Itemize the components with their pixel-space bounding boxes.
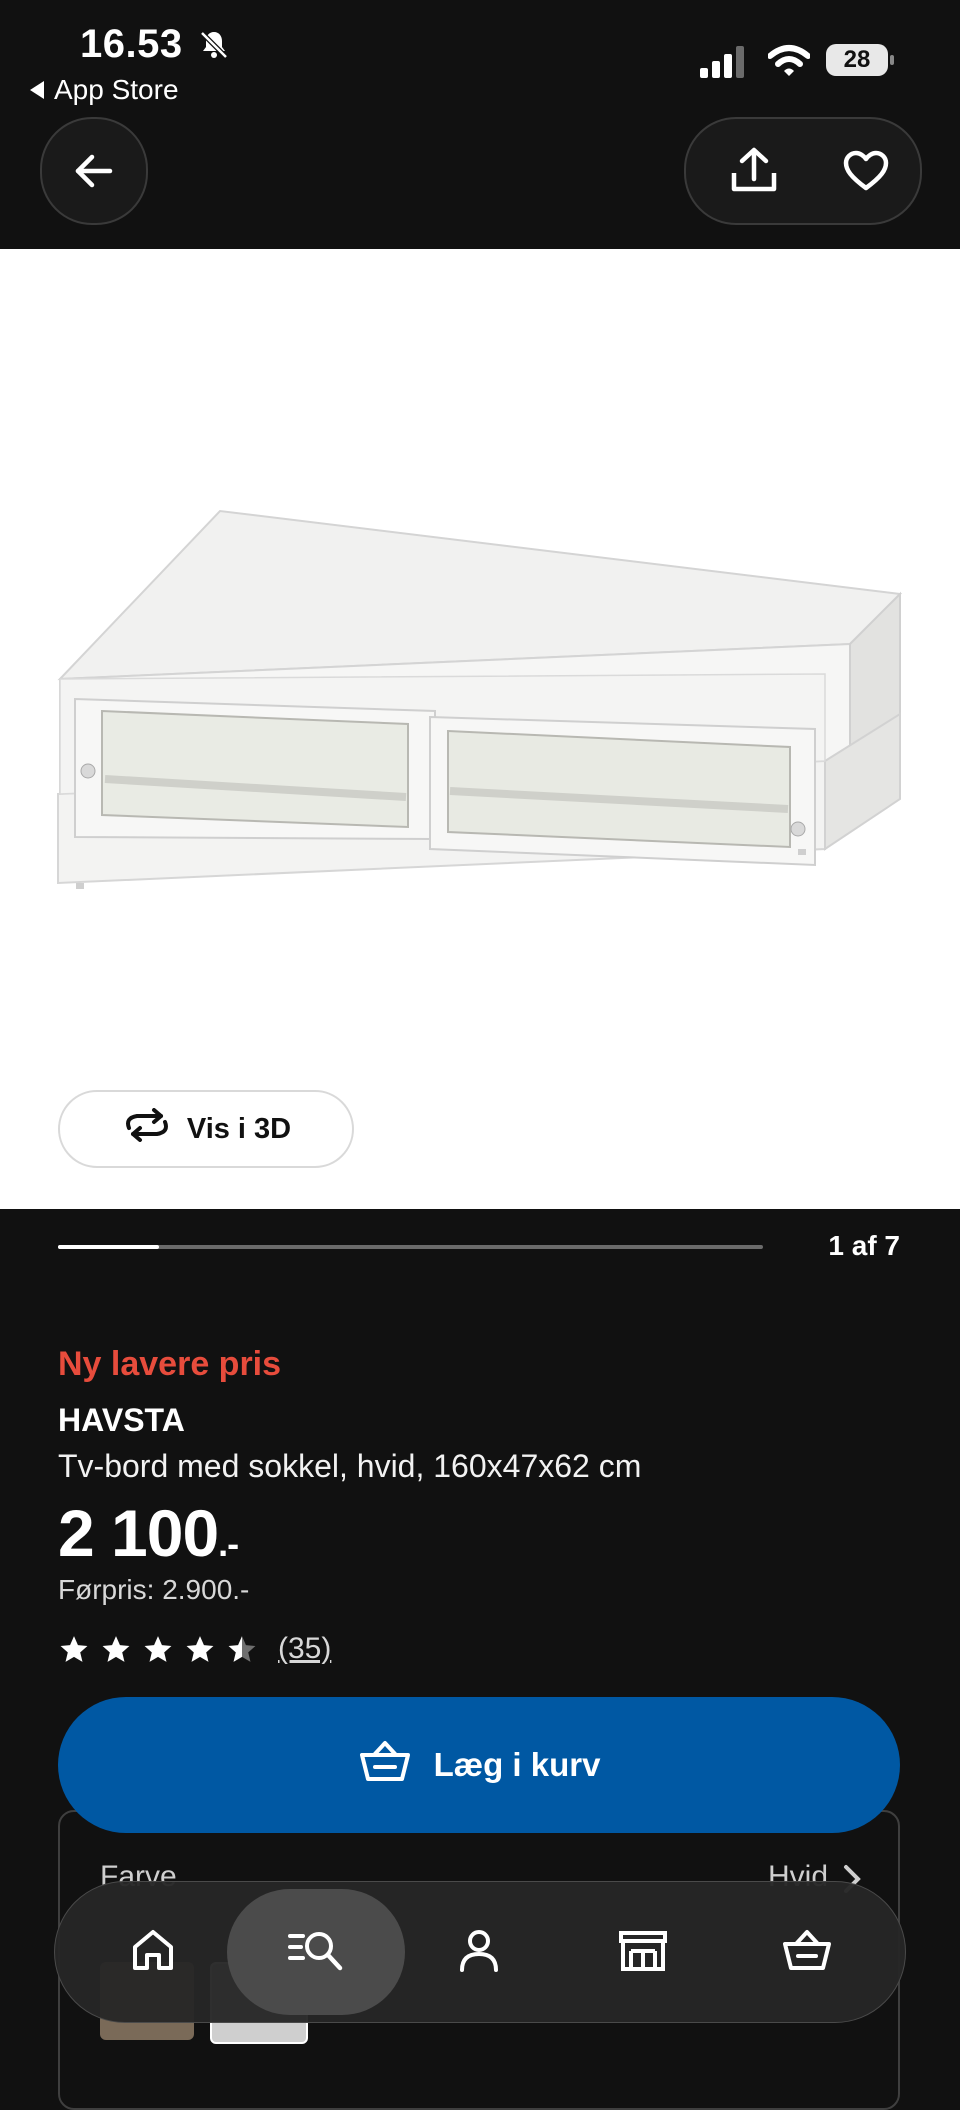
battery-level: 28 [826, 44, 888, 76]
profile-icon [456, 1927, 502, 1978]
tab-home[interactable] [105, 1904, 201, 2000]
price-value: 2 100 [58, 1496, 219, 1570]
rating-stars [58, 1634, 258, 1664]
rotate-icon [121, 1108, 173, 1150]
battery-nub [890, 55, 894, 65]
promo-label: Ny lavere pris [58, 1345, 282, 1383]
view-3d-button[interactable]: Vis i 3D [58, 1090, 354, 1168]
product-image-gallery[interactable]: Vis i 3D [0, 249, 960, 1209]
previous-price: Førpris: 2.900.- [58, 1574, 250, 1605]
cellular-signal-icon [700, 46, 748, 83]
tab-cart[interactable] [759, 1904, 855, 2000]
back-to-app-store[interactable]: App Store [30, 74, 179, 106]
product-description: Tv-bord med sokkel, hvid, 160x47x62 cm [58, 1448, 642, 1484]
add-to-cart-label: Læg i kurv [433, 1746, 601, 1783]
arrow-left-icon [42, 119, 146, 223]
bottom-tab-bar [54, 1881, 906, 2023]
gallery-progress-bar [58, 1245, 763, 1249]
wifi-icon [767, 44, 811, 83]
store-icon [617, 1927, 669, 1978]
battery-indicator: 28 [826, 44, 894, 76]
basket-icon [781, 1928, 833, 1977]
back-app-label: App Store [54, 74, 179, 105]
star-icon [102, 1636, 130, 1662]
product-name: HAVSTA [58, 1402, 185, 1438]
silent-bell-icon [197, 28, 231, 67]
star-icon [228, 1636, 256, 1662]
tab-store[interactable] [595, 1904, 691, 2000]
gallery-counter: 1 af 7 [828, 1230, 900, 1261]
status-time: 16.53 [80, 22, 183, 66]
product-price: 2 100.- [58, 1495, 239, 1571]
star-icon [186, 1636, 214, 1662]
basket-icon [358, 1739, 412, 1791]
back-button[interactable] [40, 117, 148, 225]
home-icon [130, 1927, 176, 1978]
rating[interactable]: (35) [58, 1632, 331, 1666]
heart-icon[interactable] [818, 119, 914, 223]
price-suffix: .- [218, 1523, 239, 1564]
product-image [57, 509, 903, 889]
share-favorite-group [684, 117, 922, 225]
review-count[interactable]: (35) [278, 1632, 331, 1666]
gallery-progress-fill [58, 1245, 159, 1249]
search-list-icon [287, 1927, 345, 1978]
star-icon [144, 1636, 172, 1662]
add-to-cart-button[interactable]: Læg i kurv [58, 1697, 900, 1833]
back-triangle-icon [30, 80, 44, 99]
share-icon[interactable] [706, 119, 802, 223]
tab-profile[interactable] [431, 1904, 527, 2000]
view-3d-label: Vis i 3D [186, 1112, 292, 1145]
status-bar: 16.53 App Store 28 [0, 0, 960, 110]
tab-search[interactable] [227, 1889, 405, 2015]
star-icon [60, 1636, 88, 1662]
